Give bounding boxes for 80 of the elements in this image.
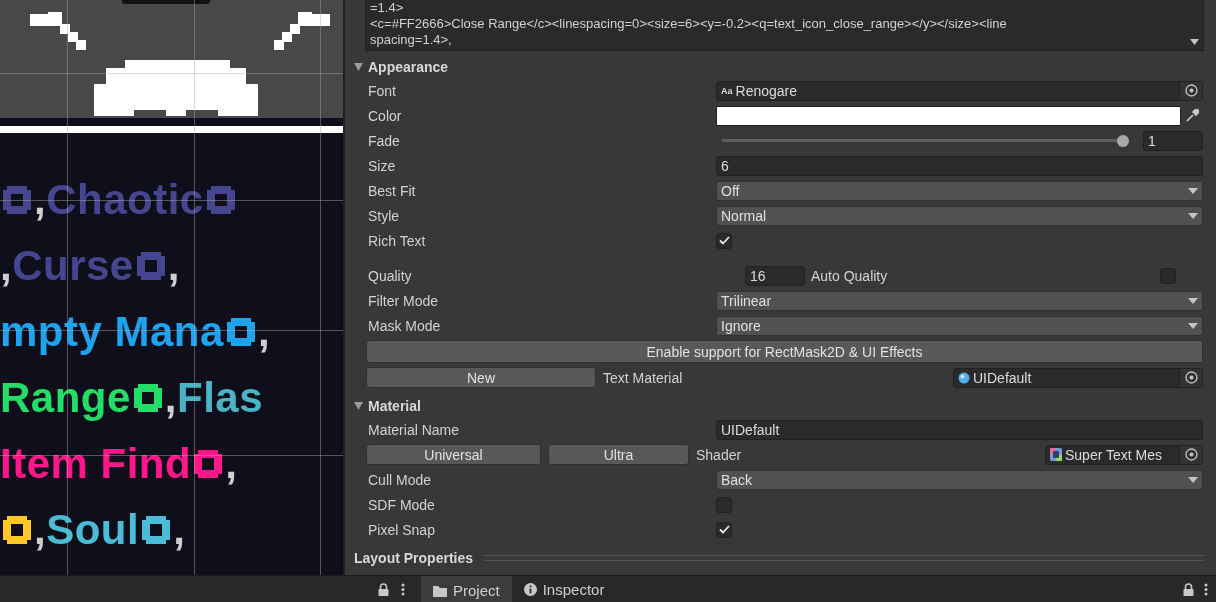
object-picker-icon[interactable]	[1184, 448, 1198, 461]
section-title[interactable]: Appearance	[368, 59, 449, 75]
dropdown[interactable]: Trilinear	[716, 290, 1203, 311]
more-options-icon[interactable]	[1204, 583, 1208, 596]
dropdown[interactable]: Off	[716, 180, 1203, 201]
checkbox[interactable]	[716, 232, 732, 249]
expand-arrow-icon[interactable]	[354, 402, 363, 410]
scene-text: ,	[167, 242, 180, 290]
property-label: Auto Quality	[811, 267, 888, 284]
property-label: Best Fit	[368, 182, 417, 199]
lock-icon[interactable]	[1183, 583, 1194, 596]
property-label: Rich Text	[368, 232, 427, 249]
scene-text: ,	[34, 506, 47, 554]
property-label: Filter Mode	[368, 292, 440, 309]
folder-icon	[433, 584, 447, 597]
panel-tab[interactable]: Project	[421, 576, 512, 602]
action-button[interactable]: New	[366, 367, 596, 388]
section-title[interactable]: Material	[368, 398, 421, 414]
checkbox[interactable]	[716, 521, 732, 538]
scene-text: ,	[225, 440, 238, 488]
number-field[interactable]: 16	[745, 265, 805, 286]
property-label: Color	[368, 107, 403, 124]
property-label: Style	[368, 207, 401, 224]
color-swatch[interactable]	[716, 105, 1181, 126]
scene-text: Range	[0, 374, 131, 422]
property-label: SDF Mode	[368, 496, 436, 513]
action-button[interactable]: Ultra	[548, 444, 689, 465]
scene-text: Item Find	[0, 440, 192, 488]
action-button[interactable]: Universal	[366, 444, 541, 465]
property-label: Font	[368, 82, 397, 99]
material-icon	[958, 371, 970, 384]
panel-tab[interactable]: Inspector	[511, 576, 617, 602]
text-field[interactable]: 6	[716, 155, 1203, 176]
property-label: Fade	[368, 132, 401, 149]
scene-text: Flas	[177, 374, 264, 422]
scene-text: ,	[34, 176, 47, 224]
font-field[interactable]: Aa Renogare	[716, 80, 1203, 101]
object-picker-icon[interactable]	[1184, 371, 1198, 384]
property-label: Material Name	[368, 421, 461, 438]
scene-text: ,	[164, 374, 178, 422]
property-label: Size	[368, 157, 397, 174]
caret-icon	[1188, 322, 1198, 329]
dropdown[interactable]: Normal	[716, 205, 1203, 226]
caret-icon	[1188, 297, 1198, 304]
property-label: Shader	[696, 446, 742, 463]
property-label: Pixel Snap	[368, 521, 436, 538]
enable-support-button[interactable]: Enable support for RectMask2D & UI Effects	[366, 340, 1203, 363]
shader-icon	[1050, 448, 1062, 461]
caret-icon	[1188, 187, 1198, 194]
expand-arrow-icon[interactable]	[354, 63, 363, 71]
dropdown[interactable]: Ignore	[716, 315, 1203, 336]
code-line: spacing=1.4>,	[370, 32, 452, 48]
object-field[interactable]: Super Text Mes	[1045, 444, 1203, 465]
scene-text: ,	[173, 506, 186, 554]
checkmark-icon	[718, 236, 730, 245]
caret-icon	[1188, 212, 1198, 219]
eyedropper-icon[interactable]	[1185, 109, 1199, 122]
object-picker-icon[interactable]	[1184, 84, 1198, 97]
code-line: <c=#FF2666>Close Range</c><linespacing=0><size=6><y=-0.2><q=text_icon_close_range></y></size><line	[370, 16, 1007, 32]
property-label: Mask Mode	[368, 317, 442, 334]
info-icon	[523, 583, 537, 596]
scene-text: Soul	[46, 506, 140, 554]
section-title[interactable]: Layout Properties	[354, 550, 474, 566]
lock-icon[interactable]	[378, 583, 389, 596]
scene-text: ,	[0, 242, 13, 290]
property-label: Cull Mode	[368, 471, 433, 488]
more-options-icon[interactable]	[401, 583, 405, 596]
property-label: Quality	[368, 267, 413, 284]
property-label: Text Material	[603, 369, 683, 386]
dropdown[interactable]: Back	[716, 469, 1203, 490]
object-field[interactable]: UIDefault	[953, 367, 1203, 388]
number-field[interactable]: 1	[1143, 130, 1203, 151]
scene-text: ,	[257, 308, 271, 356]
checkmark-icon	[718, 525, 730, 534]
scroll-down-icon[interactable]	[1190, 39, 1199, 45]
scene-text: mpty Mana	[0, 308, 224, 356]
code-line: =1.4>	[370, 0, 404, 16]
code-text-area[interactable]: =1.4> <c=#FF2666>Close Range</c><linespacing=0><size=6><y=-0.2><q=text_icon_close_range></y></size><line spacing=1.4>,	[365, 0, 1204, 51]
text-field[interactable]: UIDefault	[716, 419, 1203, 440]
caret-icon	[1188, 476, 1198, 483]
